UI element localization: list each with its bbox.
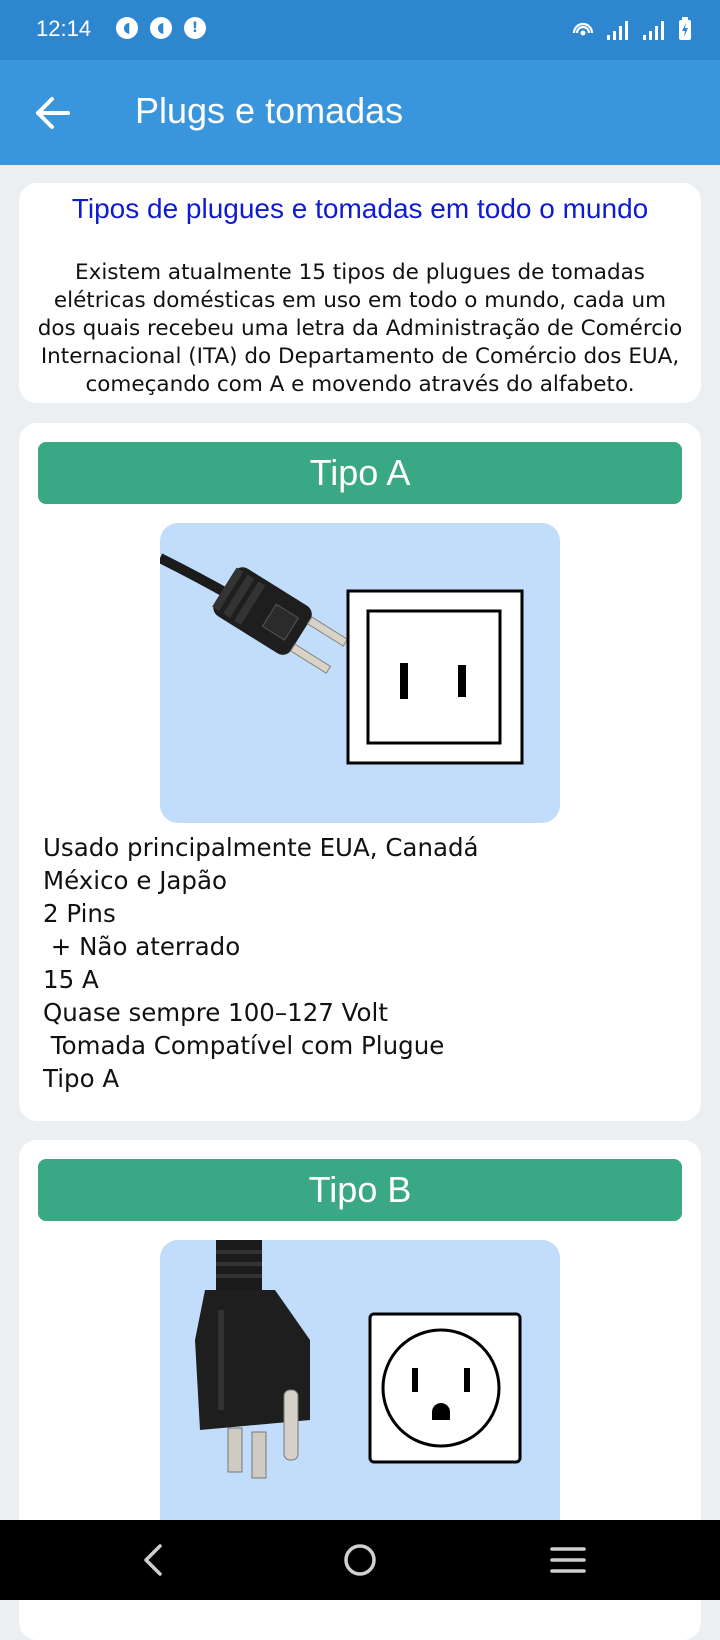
intro-line: elétricas domésticas em uso em todo o mu… (53, 288, 667, 313)
description-line: Quase sempre 100–127 Volt (43, 998, 388, 1027)
type-header: Tipo A (38, 442, 682, 504)
type-a-plug-socket-image (160, 523, 560, 823)
description-line: Tipo A (43, 1064, 120, 1093)
battery-charging-icon (679, 17, 691, 40)
intro-line: começando com A e movendo através do alf… (85, 372, 635, 397)
description-line: México e Japão (43, 866, 227, 895)
status-bar: 12:14 ◖ ◖ ! (0, 0, 720, 60)
intro-line: dos quais recebeu uma letra da Administr… (37, 316, 683, 341)
arrow-left-icon (36, 97, 70, 129)
nav-back-button[interactable] (132, 1538, 176, 1582)
intro-line: Internacional (ITA) do Departamento de C… (40, 344, 680, 369)
status-time: 12:14 (36, 16, 92, 41)
signal-icon (607, 21, 628, 40)
intro-text: Existem atualmente 15 tipos de plugues d… (25, 259, 695, 399)
nav-recents-icon (550, 1547, 586, 1573)
nav-home-button[interactable] (338, 1538, 382, 1582)
app-bar: Plugs e tomadas (0, 60, 720, 165)
system-navigation-bar (0, 1520, 720, 1600)
intro-card: Tipos de plugues e tomadas em todo o mun… (19, 183, 701, 403)
status-system-icons (572, 15, 692, 41)
notification-app-icon: ◖ (116, 17, 138, 39)
intro-line: Existem atualmente 15 tipos de plugues d… (75, 260, 645, 285)
intro-title: Tipos de plugues e tomadas em todo o mun… (71, 193, 649, 224)
type-card-a[interactable]: Tipo A Usado principalmente EUA, Canadá … (19, 423, 701, 1121)
description-line: + Não aterrado (43, 932, 241, 961)
type-header: Tipo B (38, 1159, 682, 1221)
alert-icon: ! (184, 17, 206, 39)
status-notification-icons: ◖ ◖ ! (116, 17, 206, 39)
type-b-plug-socket-image (160, 1240, 560, 1540)
nav-back-icon (144, 1544, 162, 1576)
page-title: Plugs e tomadas (135, 90, 404, 131)
description-line: Tomada Compatível com Plugue (43, 1031, 445, 1060)
description-line: Usado principalmente EUA, Canadá (43, 833, 479, 862)
nav-home-icon (344, 1544, 376, 1576)
hotspot-icon (572, 22, 594, 36)
nav-recents-button[interactable] (546, 1538, 590, 1582)
description-line: 15 A (43, 965, 99, 994)
description-line: 2 Pins (43, 899, 116, 928)
notification-app-icon: ◖ (150, 17, 172, 39)
type-a-description: Usado principalmente EUA, Canadá México … (43, 831, 479, 1095)
signal-icon (643, 21, 664, 40)
back-button[interactable] (28, 88, 78, 138)
